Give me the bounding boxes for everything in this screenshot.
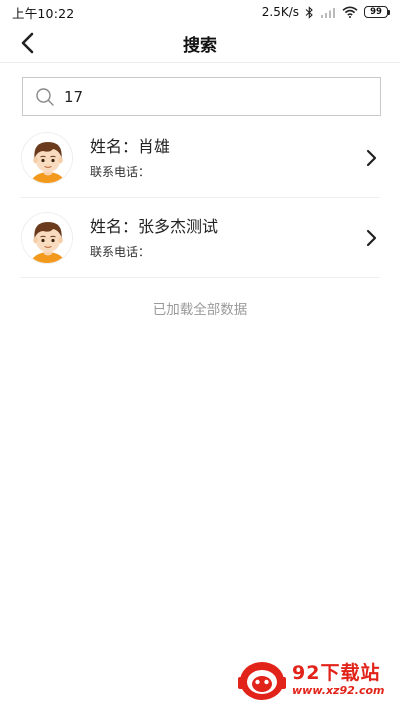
item-text: 姓名：张多杰测试 联系电话：	[90, 216, 380, 260]
result-list: 姓名：肖雄 联系电话： 姓名：张多杰测试 联系电话：	[0, 118, 400, 278]
bluetooth-icon	[305, 5, 313, 19]
search-box[interactable]	[22, 77, 381, 116]
watermark-logo-icon	[238, 662, 286, 700]
list-item[interactable]: 姓名：肖雄 联系电话：	[20, 118, 380, 198]
watermark-url: www.xz92.com	[292, 684, 385, 697]
watermark-title: 92下载站	[292, 662, 381, 684]
back-button[interactable]	[14, 29, 42, 57]
list-item[interactable]: 姓名：张多杰测试 联系电话：	[20, 198, 380, 278]
contact-name: 姓名：肖雄	[90, 136, 171, 156]
wifi-icon	[342, 6, 358, 18]
header-divider	[0, 62, 400, 63]
avatar	[21, 211, 73, 264]
chevron-right-icon	[366, 149, 377, 167]
header: 搜索	[0, 24, 400, 62]
battery-icon: 99	[364, 6, 390, 18]
search-icon	[36, 87, 54, 106]
contact-phone-label: 联系电话：	[90, 244, 151, 259]
contact-phone-label: 联系电话：	[90, 164, 151, 179]
all-loaded-text: 已加载全部数据	[152, 302, 248, 318]
network-speed: 2.5K/s	[261, 5, 299, 19]
avatar	[21, 131, 73, 184]
chevron-right-icon	[366, 229, 377, 247]
battery-level: 99	[364, 6, 388, 18]
signal-icon	[321, 7, 335, 18]
item-text: 姓名：肖雄 联系电话：	[90, 136, 380, 180]
watermark: 92下载站 www.xz92.com	[236, 655, 396, 705]
search-input[interactable]	[64, 87, 364, 106]
page-title: 搜索	[183, 35, 217, 56]
status-bar: 上午10:22 2.5K/s 99	[0, 0, 400, 24]
chevron-left-icon	[21, 32, 34, 54]
contact-name: 姓名：张多杰测试	[90, 216, 219, 236]
watermark-text: 92下载站 www.xz92.com	[292, 662, 385, 698]
status-time: 上午10:22	[12, 5, 75, 21]
status-icons: 2.5K/s 99	[262, 5, 390, 19]
